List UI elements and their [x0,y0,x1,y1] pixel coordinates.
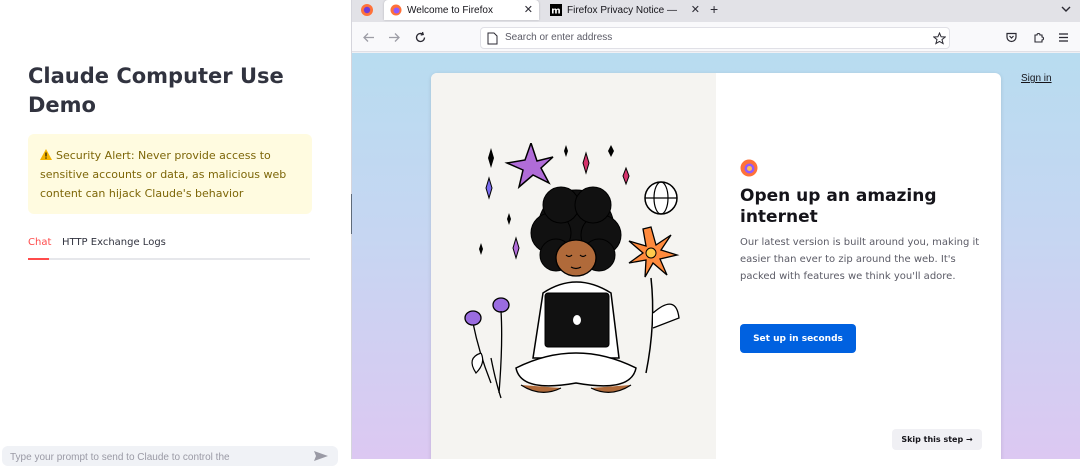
sign-in-link[interactable]: Sign in [1021,73,1052,84]
security-alert: Security Alert: Never provide access to … [28,134,312,214]
navigation-toolbar: Search or enter address [352,22,1080,52]
close-tab-icon[interactable]: ✕ [524,3,533,16]
setup-button[interactable]: Set up in seconds [740,324,856,353]
svg-text:m: m [551,7,560,17]
browser-tab-title: Welcome to Firefox [407,4,493,16]
sidebar-panel: Claude Computer Use Demo Security Alert:… [0,0,351,466]
star-icon[interactable] [933,32,946,45]
security-alert-text: Security Alert: Never provide access to … [40,149,287,200]
tab-bar: Welcome to Firefox ✕ m Firefox Privacy N… [352,0,1080,22]
forward-arrow-icon[interactable] [388,31,401,44]
illustration-pane [431,73,716,459]
app-title: Claude Computer Use Demo [28,64,284,117]
firefox-logo-icon [740,159,758,177]
firefox-icon [390,4,402,16]
pocket-icon[interactable] [1005,31,1018,44]
tab-chat[interactable]: Chat [28,237,51,248]
welcome-headline: Open up an amazing internet [740,186,937,227]
address-bar[interactable]: Search or enter address [480,27,950,49]
onboarding-card: Open up an amazing internet Our latest v… [431,73,1001,459]
hamburger-menu-icon[interactable] [1057,31,1070,44]
browser-tab-title: Firefox Privacy Notice — [567,4,678,16]
browser-window: Welcome to Firefox ✕ m Firefox Privacy N… [352,0,1080,459]
new-tab-button[interactable]: + [710,1,718,17]
address-input[interactable]: Search or enter address [505,32,612,43]
warning-icon [40,149,52,160]
chevron-down-icon[interactable] [1060,3,1072,15]
browser-tab-welcome[interactable]: Welcome to Firefox ✕ [384,0,539,20]
welcome-description: Our latest version is built around you, … [740,237,980,282]
page-icon [487,32,498,45]
extensions-icon[interactable] [1032,31,1045,44]
chat-input[interactable]: Type your prompt to send to Claude to co… [2,446,338,466]
active-tab-indicator [28,258,49,260]
skip-step-button[interactable]: Skip this step → [892,429,982,450]
back-arrow-icon[interactable] [362,31,375,44]
sidebar-tabs: Chat HTTP Exchange Logs [28,230,310,260]
browser-tab-privacy[interactable]: m Firefox Privacy Notice — ✕ [546,0,706,20]
reload-icon[interactable] [414,31,427,44]
tab-http-exchange-logs[interactable]: HTTP Exchange Logs [62,237,166,248]
send-icon[interactable] [314,451,328,461]
firefox-view-icon[interactable] [360,3,374,17]
mozilla-m-icon: m [550,4,562,16]
page-content: Sign in Open up an amazing internet Our … [352,53,1080,459]
close-tab-icon[interactable]: ✕ [691,3,700,16]
person-with-laptop-illustration [464,143,680,399]
